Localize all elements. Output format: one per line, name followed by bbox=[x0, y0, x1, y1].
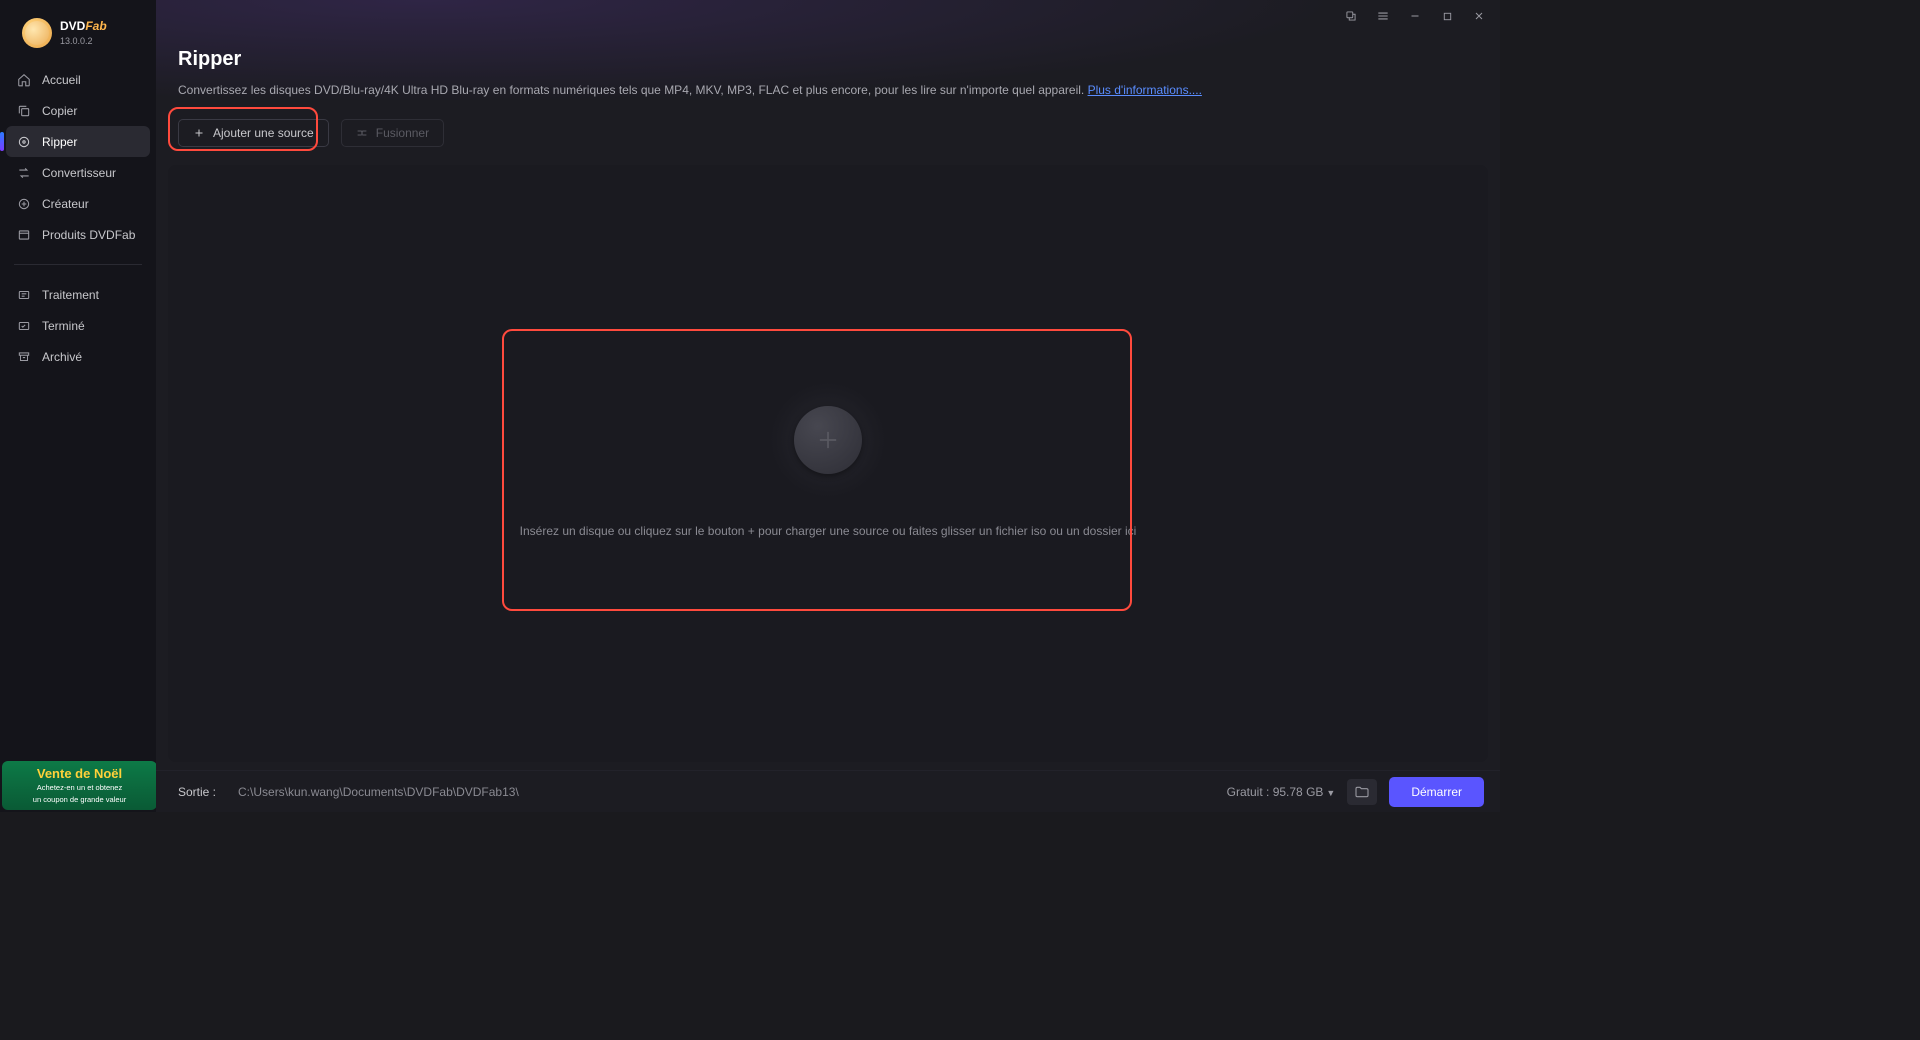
browse-folder-button[interactable] bbox=[1347, 779, 1377, 805]
app-logo-area: DVDFab 13.0.0.2 bbox=[0, 0, 156, 62]
promo-banner[interactable]: Vente de Noël Achetez-en un et obtenez u… bbox=[2, 761, 157, 810]
creator-icon bbox=[16, 196, 32, 212]
menu-icon[interactable] bbox=[1374, 7, 1392, 25]
app-name: DVDFab bbox=[60, 20, 107, 34]
archive-icon bbox=[16, 349, 32, 365]
nav-secondary: Traitement Terminé Archivé bbox=[0, 277, 156, 374]
convert-icon bbox=[16, 165, 32, 181]
sidebar-item-label: Produits DVDFab bbox=[42, 228, 135, 242]
add-source-button[interactable]: Ajouter une source bbox=[178, 119, 329, 147]
maximize-icon[interactable] bbox=[1438, 7, 1456, 25]
ripper-icon bbox=[16, 134, 32, 150]
merge-button[interactable]: Fusionner bbox=[341, 119, 444, 147]
sidebar: DVDFab 13.0.0.2 Accueil Copier Ripper bbox=[0, 0, 156, 812]
close-icon[interactable] bbox=[1470, 7, 1488, 25]
sidebar-item-label: Terminé bbox=[42, 319, 85, 333]
sidebar-separator bbox=[14, 264, 142, 265]
sidebar-item-convertisseur[interactable]: Convertisseur bbox=[6, 157, 150, 188]
app-name-part1: DVD bbox=[60, 19, 85, 33]
free-space[interactable]: Gratuit : 95.78 GB▼ bbox=[1227, 785, 1336, 799]
sidebar-item-label: Créateur bbox=[42, 197, 89, 211]
sidebar-item-label: Accueil bbox=[42, 73, 81, 87]
content-area: Insérez un disque ou cliquez sur le bout… bbox=[168, 165, 1488, 762]
products-icon bbox=[16, 227, 32, 243]
minimize-icon[interactable] bbox=[1406, 7, 1424, 25]
sidebar-item-createur[interactable]: Créateur bbox=[6, 188, 150, 219]
chevron-down-icon: ▼ bbox=[1326, 788, 1335, 798]
sidebar-item-label: Traitement bbox=[42, 288, 99, 302]
free-value: 95.78 GB bbox=[1273, 785, 1324, 799]
pin-icon[interactable] bbox=[1342, 7, 1360, 25]
sidebar-item-produits[interactable]: Produits DVDFab bbox=[6, 219, 150, 250]
dropzone-plus-button[interactable] bbox=[794, 406, 862, 474]
free-label: Gratuit : bbox=[1227, 785, 1270, 799]
output-path[interactable]: C:\Users\kun.wang\Documents\DVDFab\DVDFa… bbox=[238, 785, 1215, 799]
done-icon bbox=[16, 318, 32, 334]
sidebar-item-label: Archivé bbox=[42, 350, 82, 364]
promo-line2: un coupon de grande valeur bbox=[10, 795, 149, 804]
processing-icon bbox=[16, 287, 32, 303]
app-name-part2: Fab bbox=[85, 19, 106, 33]
page-header: Ripper Convertissez les disques DVD/Blu-… bbox=[156, 32, 1500, 103]
promo-line1: Achetez-en un et obtenez bbox=[10, 783, 149, 792]
dropzone-text: Insérez un disque ou cliquez sur le bout… bbox=[520, 524, 1137, 538]
copy-icon bbox=[16, 103, 32, 119]
app-logo-text: DVDFab 13.0.0.2 bbox=[60, 20, 107, 46]
plus-icon bbox=[193, 127, 205, 139]
start-button[interactable]: Démarrer bbox=[1389, 777, 1484, 807]
sidebar-item-label: Ripper bbox=[42, 135, 77, 149]
app-logo-icon bbox=[22, 18, 52, 48]
toolbar: Ajouter une source Fusionner bbox=[156, 103, 1500, 157]
dropzone-plus-halo bbox=[768, 380, 888, 500]
page-title: Ripper bbox=[178, 48, 1478, 71]
sidebar-item-termine[interactable]: Terminé bbox=[6, 310, 150, 341]
page-desc-text: Convertissez les disques DVD/Blu-ray/4K … bbox=[178, 83, 1088, 97]
sidebar-item-traitement[interactable]: Traitement bbox=[6, 279, 150, 310]
sidebar-item-accueil[interactable]: Accueil bbox=[6, 64, 150, 95]
sidebar-item-ripper[interactable]: Ripper bbox=[6, 126, 150, 157]
output-label: Sortie : bbox=[178, 785, 216, 799]
app-version: 13.0.0.2 bbox=[60, 36, 107, 46]
page-description: Convertissez les disques DVD/Blu-ray/4K … bbox=[178, 83, 1478, 97]
merge-label: Fusionner bbox=[376, 126, 429, 140]
titlebar bbox=[156, 0, 1500, 32]
main-area: Ripper Convertissez les disques DVD/Blu-… bbox=[156, 0, 1500, 812]
footer: Sortie : C:\Users\kun.wang\Documents\DVD… bbox=[156, 770, 1500, 812]
sidebar-item-label: Convertisseur bbox=[42, 166, 116, 180]
nav-primary: Accueil Copier Ripper Convertisseur Créa… bbox=[0, 62, 156, 252]
sidebar-item-copier[interactable]: Copier bbox=[6, 95, 150, 126]
sidebar-item-archive[interactable]: Archivé bbox=[6, 341, 150, 372]
add-source-label: Ajouter une source bbox=[213, 126, 314, 140]
merge-icon bbox=[356, 127, 368, 139]
home-icon bbox=[16, 72, 32, 88]
promo-title: Vente de Noël bbox=[10, 767, 149, 780]
more-info-link[interactable]: Plus d'informations.... bbox=[1088, 83, 1202, 97]
sidebar-item-label: Copier bbox=[42, 104, 77, 118]
